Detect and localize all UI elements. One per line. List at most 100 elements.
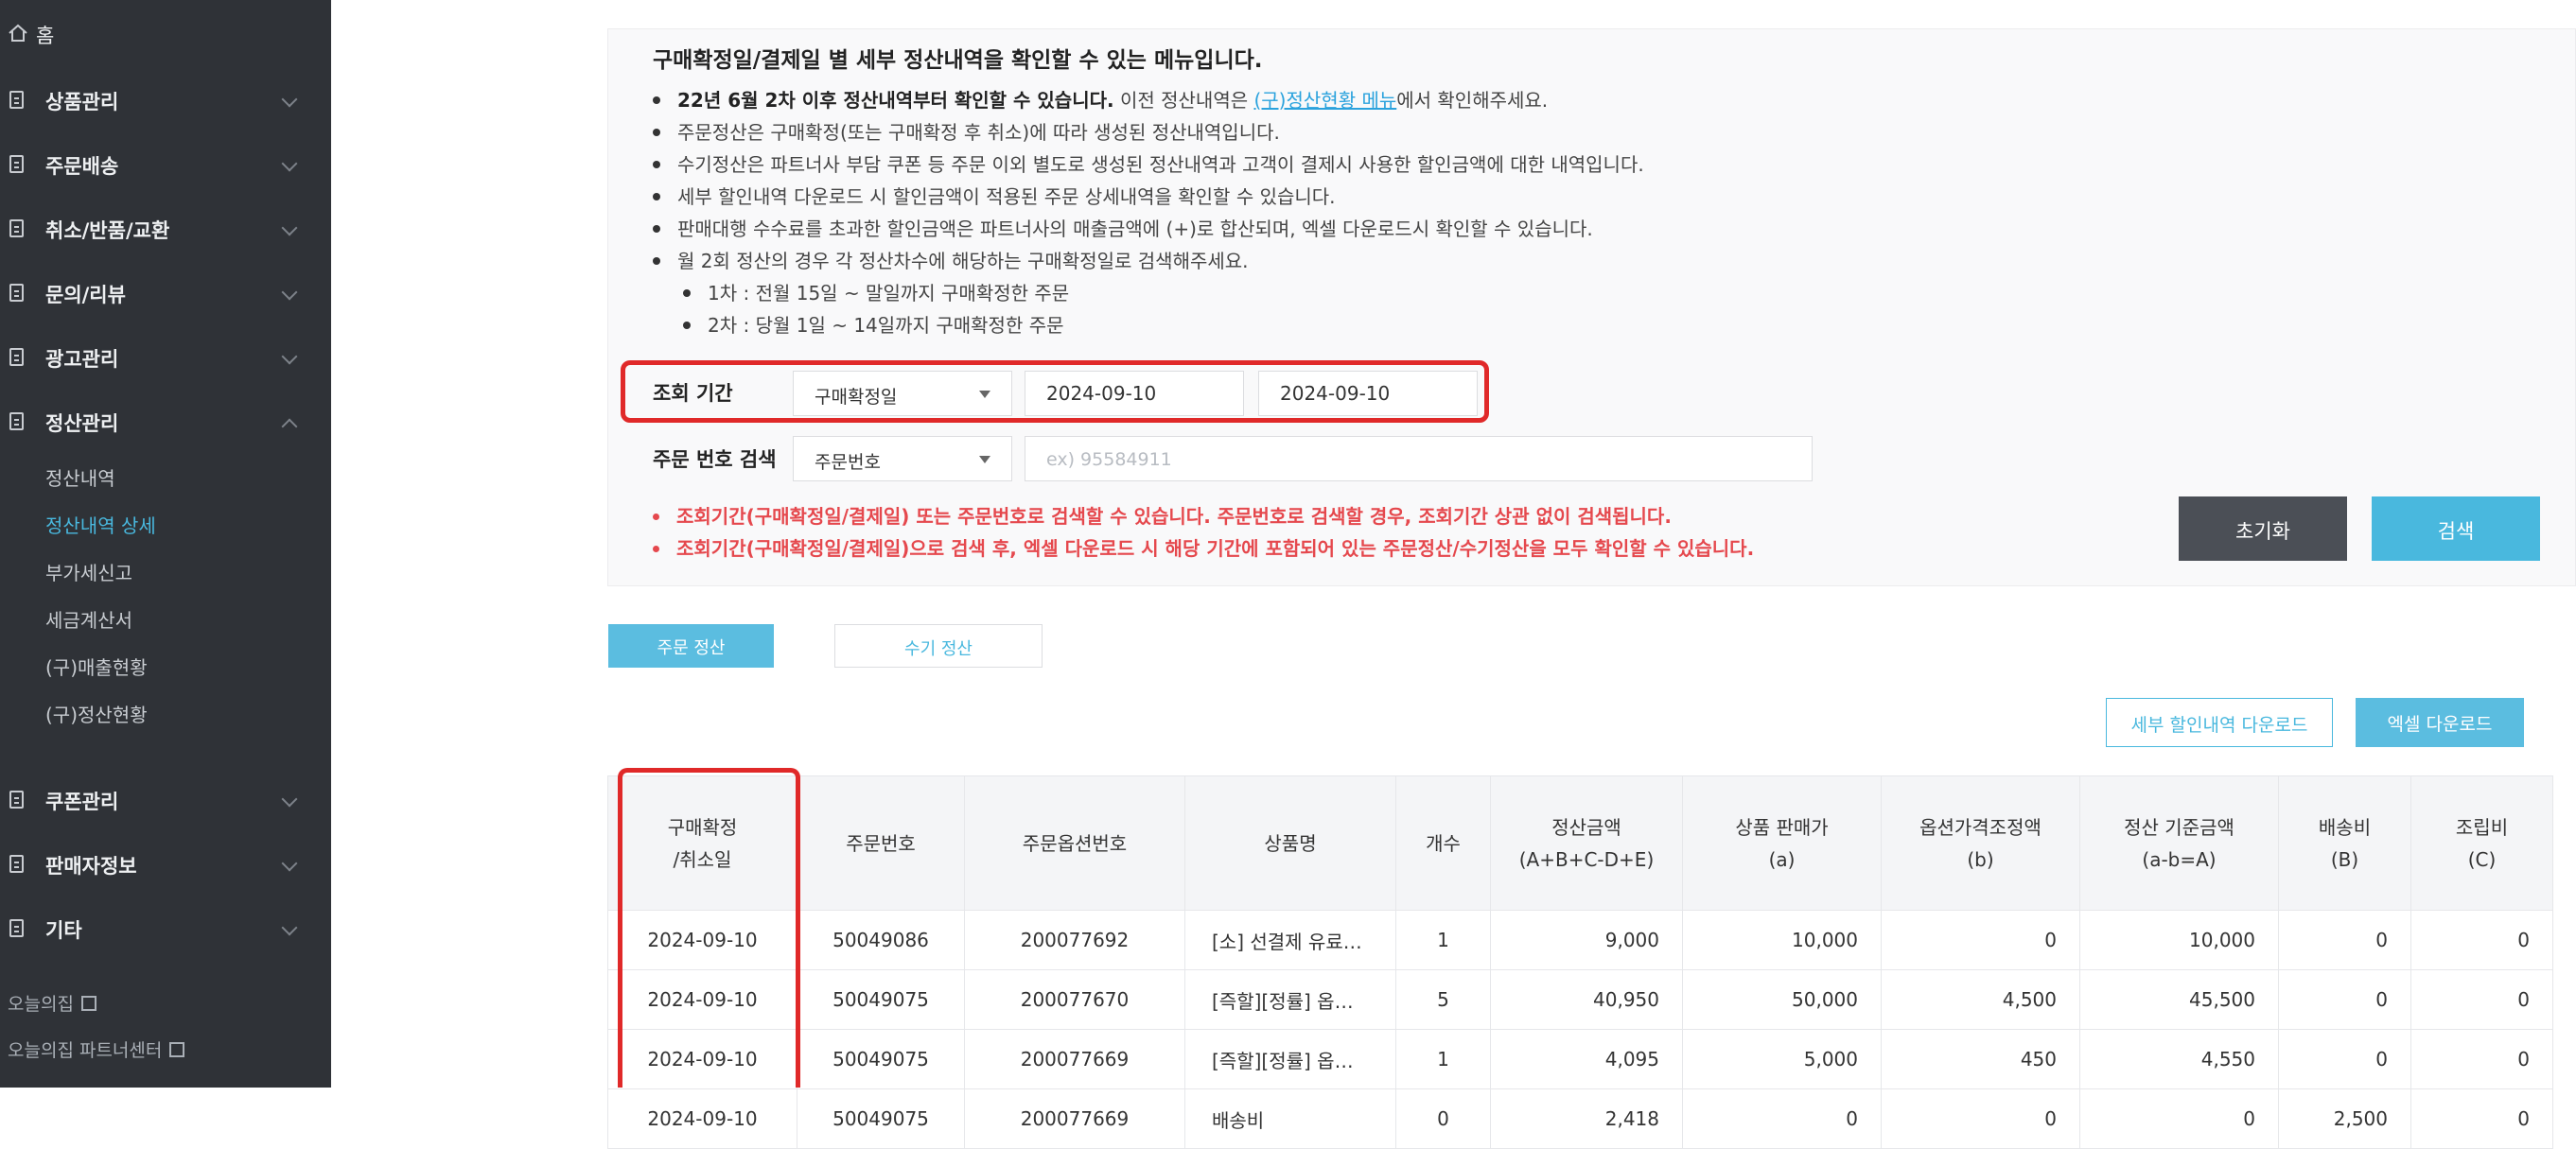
sidebar-item-inquiries[interactable]: 문의/리뷰 — [0, 270, 331, 323]
cell-settlement-amount: 4,095 — [1490, 1029, 1683, 1089]
sidebar-item-returns[interactable]: 취소/반품/교환 — [0, 206, 331, 259]
cell-assembly-fee: 0 — [2410, 1088, 2553, 1149]
highlight-box-period — [621, 360, 1489, 423]
cell-quantity: 1 — [1395, 910, 1491, 970]
sidebar-subitem-old-settlement[interactable]: (구)정산현황 — [45, 700, 148, 727]
sidebar-item-label: 문의/리뷰 — [45, 284, 126, 306]
sidebar-item-products[interactable]: 상품관리 — [0, 78, 331, 131]
chevron-down-icon — [281, 348, 298, 365]
order-number-input[interactable]: ex) 95584911 — [1025, 436, 1813, 481]
table-header-row: 구매확정/취소일 주문번호 주문옵션번호 상품명 개수 정산금액 (A+B+C-D… — [607, 775, 2553, 911]
tab-manual-settlement[interactable]: 수기 정산 — [834, 624, 1043, 668]
external-link-partner-center[interactable]: 오늘의집 파트너센터 — [8, 1036, 185, 1062]
order-type-select[interactable]: 주문번호 — [793, 436, 1012, 481]
cell-product-name: [즉할][정률] 옵… — [1184, 969, 1396, 1030]
cell-shipping-fee: 2,500 — [2278, 1088, 2411, 1149]
sidebar-subitem-settlement-history[interactable]: 정산내역 — [45, 463, 115, 491]
header-text: 정산 기준금액 — [2124, 815, 2234, 839]
cell-base-amount: 10,000 — [2079, 910, 2279, 970]
cell-order-number: 50049075 — [797, 1029, 965, 1089]
col-settlement-amount: 정산금액 (A+B+C-D+E) — [1490, 775, 1683, 911]
header-text: 배송비 — [2318, 815, 2372, 839]
notice-line: 세부 할인내역 다운로드 시 할인금액이 적용된 주문 상세내역을 확인할 수 … — [653, 182, 1336, 209]
notice-text: 주문정산은 구매확정(또는 구매확정 후 취소)에 따라 생성된 정산내역입니다… — [677, 121, 1280, 144]
cell-product-name: [소] 선결제 유료… — [1184, 910, 1396, 970]
notice-line: 월 2회 정산의 경우 각 정산차수에 해당하는 구매확정일로 검색해주세요. — [653, 246, 1249, 273]
sidebar-item-settlement[interactable]: 정산관리 — [0, 399, 331, 452]
header-text: (a-b=A) — [2142, 847, 2217, 871]
col-assembly-fee: 조립비 (C) — [2410, 775, 2553, 911]
sidebar-subitem-settlement-detail[interactable]: 정산내역 상세 — [45, 511, 156, 538]
external-link-ohouse[interactable]: 오늘의집 — [8, 990, 96, 1016]
sidebar-item-label: 기타 — [45, 919, 82, 942]
col-option-number: 주문옵션번호 — [964, 775, 1185, 911]
sidebar-subitem-vat-report[interactable]: 부가세신고 — [45, 558, 132, 585]
cell-confirm-date: 2024-09-10 — [607, 1088, 797, 1149]
notice-subline: 2차 : 당월 1일 ~ 14일까지 구매확정한 주문 — [683, 310, 1064, 338]
cell-sale-price: 0 — [1682, 1088, 1882, 1149]
sidebar-item-etc[interactable]: 기타 — [0, 906, 331, 959]
warning-text: 조회기간(구매확정일/결제일) 또는 주문번호로 검색할 수 있습니다. 주문번… — [676, 505, 1672, 528]
document-icon — [9, 155, 24, 173]
notice-line: 22년 6월 2차 이후 정산내역부터 확인할 수 있습니다. 이전 정산내역은… — [653, 85, 1548, 113]
sidebar-item-label: 취소/반품/교환 — [45, 219, 170, 242]
cell-sale-price: 10,000 — [1682, 910, 1882, 970]
sidebar-subitem-old-sales[interactable]: (구)매출현황 — [45, 653, 148, 680]
cell-sale-price: 50,000 — [1682, 969, 1882, 1030]
header-text: 상품명 — [1264, 831, 1317, 855]
cell-assembly-fee: 0 — [2410, 969, 2553, 1030]
external-link-icon — [169, 1042, 185, 1057]
header-text: 상품 판매가 — [1735, 815, 1829, 839]
sidebar-item-label: 판매자정보 — [45, 855, 137, 878]
chevron-up-icon — [281, 418, 298, 435]
cell-option-number: 200077670 — [964, 969, 1185, 1030]
notice-text: 월 2회 정산의 경우 각 정산차수에 해당하는 구매확정일로 검색해주세요. — [677, 250, 1249, 272]
excel-download-button[interactable]: 엑셀 다운로드 — [2356, 698, 2524, 747]
cell-quantity: 1 — [1395, 1029, 1491, 1089]
col-order-number: 주문번호 — [797, 775, 965, 911]
sidebar-item-seller-info[interactable]: 판매자정보 — [0, 842, 331, 895]
sidebar-subitem-tax-invoice[interactable]: 세금계산서 — [45, 605, 132, 633]
external-link-icon — [80, 996, 96, 1011]
search-button[interactable]: 검색 — [2372, 496, 2540, 561]
document-icon — [9, 919, 24, 937]
cell-option-number: 200077692 — [964, 910, 1185, 970]
header-text: (B) — [2330, 847, 2359, 871]
discount-download-button[interactable]: 세부 할인내역 다운로드 — [2106, 698, 2333, 747]
chevron-down-icon — [281, 91, 298, 108]
sidebar-item-label: 홈 — [36, 25, 55, 47]
sidebar-item-label: 정산관리 — [45, 412, 119, 435]
document-icon — [9, 855, 24, 873]
sidebar-item-orders[interactable]: 주문배송 — [0, 142, 331, 195]
col-product-name: 상품명 — [1184, 775, 1396, 911]
cell-product-name: 배송비 — [1184, 1088, 1396, 1149]
document-icon — [9, 791, 24, 809]
notice-text: 수기정산은 파트너사 부담 쿠폰 등 주문 이외 별도로 생성된 정산내역과 고… — [677, 153, 1644, 176]
cell-option-adjust: 450 — [1881, 1029, 2080, 1089]
cell-order-number: 50049075 — [797, 969, 965, 1030]
document-icon — [9, 412, 24, 430]
sidebar-item-label: 쿠폰관리 — [45, 791, 119, 813]
old-settlement-link[interactable]: (구)정산현황 메뉴 — [1253, 89, 1396, 112]
caret-down-icon — [979, 456, 990, 463]
warning-line: 조회기간(구매확정일/결제일) 또는 주문번호로 검색할 수 있습니다. 주문번… — [653, 501, 1672, 529]
cell-assembly-fee: 0 — [2410, 910, 2553, 970]
chevron-down-icon — [281, 284, 298, 301]
document-icon — [9, 284, 24, 302]
cell-option-adjust: 4,500 — [1881, 969, 2080, 1030]
tab-order-settlement[interactable]: 주문 정산 — [608, 624, 774, 668]
reset-button[interactable]: 초기화 — [2179, 496, 2347, 561]
header-text: (C) — [2467, 847, 2497, 871]
sidebar-item-ads[interactable]: 광고관리 — [0, 335, 331, 388]
sidebar-item-home[interactable]: 홈 — [0, 11, 331, 64]
document-icon — [9, 348, 24, 366]
settlement-table: 구매확정/취소일 주문번호 주문옵션번호 상품명 개수 정산금액 (A+B+C-D… — [607, 775, 2553, 1149]
external-link-label: 오늘의집 파트너센터 — [8, 1040, 163, 1061]
cell-shipping-fee: 0 — [2278, 910, 2411, 970]
document-icon — [9, 219, 24, 237]
cell-assembly-fee: 0 — [2410, 1029, 2553, 1089]
order-number-placeholder: ex) 95584911 — [1046, 449, 1172, 470]
sidebar-item-coupons[interactable]: 쿠폰관리 — [0, 777, 331, 830]
header-text: 주문옵션번호 — [1022, 831, 1128, 855]
cell-option-adjust: 0 — [1881, 1088, 2080, 1149]
